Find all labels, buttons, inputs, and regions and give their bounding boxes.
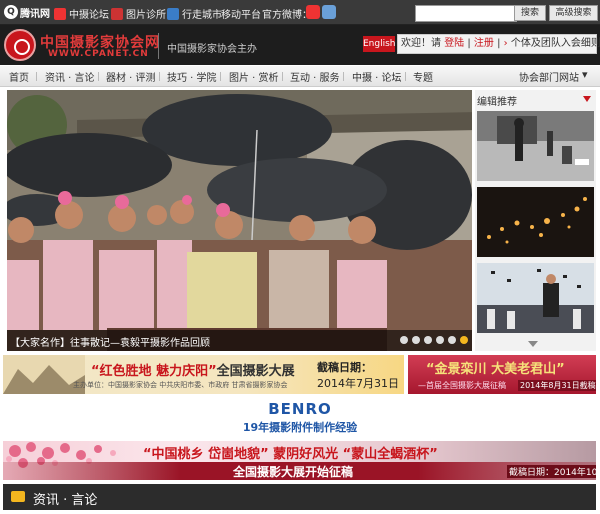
- banner1-organizers: 主办单位：中国摄影家协会 中共庆阳市委、市政府 甘肃省摄影家协会: [73, 381, 288, 389]
- slider-dot-3[interactable]: [424, 336, 432, 344]
- night-lights-photo: [477, 187, 594, 257]
- weibo-label-text: 官方微博：: [262, 10, 312, 21]
- scroll-down-icon[interactable]: [528, 341, 538, 347]
- departments-dropdown-icon[interactable]: ▾: [582, 68, 588, 81]
- speech-bubble-icon: [11, 491, 25, 502]
- nav-sep: [220, 72, 221, 81]
- nav-special[interactable]: 专题: [413, 69, 433, 84]
- benro-brand[interactable]: BENRO: [0, 400, 600, 418]
- section-header-news: 资讯 · 言论: [3, 484, 596, 510]
- nav-home[interactable]: 首页: [9, 69, 29, 84]
- nav-sep: [98, 72, 99, 81]
- banner-qingyang[interactable]: “红色胜地 魅力庆阳”全国摄影大展 主办单位：中国摄影家协会 中共庆阳市委、市政…: [3, 355, 404, 394]
- clinic-icon: [111, 7, 123, 20]
- qq-logo[interactable]: Q 腾讯网: [4, 5, 50, 20]
- banner3-deadline: 截稿日期：2014年10月15日: [507, 465, 596, 478]
- main-nav: 首页 资讯 · 言论 器材 · 评测 技巧 · 学院 图片 · 赏析 互动 · …: [0, 66, 600, 87]
- site-header: 中国摄影家协会网 WWW.CPANET.CN 中国摄影家协会主办 English…: [0, 25, 600, 65]
- banner1-title: “红色胜地 魅力庆阳”全国摄影大展: [91, 360, 295, 379]
- thumb-night-lights[interactable]: [477, 187, 594, 257]
- nav-interactive[interactable]: 互动 · 服务: [290, 69, 340, 84]
- welcome-bar: 欢迎！请 登陆 | 注册 | › 个体及团队入会细则: [397, 34, 600, 54]
- banner1-title-red: “红色胜地 魅力庆阳”: [91, 364, 217, 379]
- forum-icon: [54, 7, 66, 20]
- banner3-subtitle: 全国摄影大展开始征稿: [233, 465, 354, 479]
- nav-forum[interactable]: 中摄 · 论坛: [352, 69, 402, 84]
- clinic-link[interactable]: 图片诊所: [111, 6, 166, 21]
- member-entry-link[interactable]: 个体及团队入会细则: [511, 38, 600, 49]
- slider-dot-5[interactable]: [448, 336, 456, 344]
- collapse-arrow-icon[interactable]: [583, 96, 591, 102]
- nav-skills[interactable]: 技巧 · 学院: [167, 69, 217, 84]
- member-arrow-icon: ›: [503, 38, 508, 49]
- editor-picks-title: 编辑推荐: [477, 97, 517, 108]
- slider-caption-bar: 【大家名作】往事散记—袁毅平摄影作品回顾: [7, 330, 472, 351]
- banner1-title-black: 全国摄影大展: [216, 364, 295, 379]
- banner2-deadline: 2014年8月31日截稿: [518, 380, 596, 391]
- thumb-graduation[interactable]: [477, 263, 594, 333]
- banner-mengyin[interactable]: “中国桃乡 岱崮地貌” 蒙阴好风光 “蒙山全蝎酒杯” 全国摄影大展开始征稿 截稿…: [3, 441, 596, 480]
- forum-link[interactable]: 中摄论坛: [54, 6, 109, 21]
- banner1-deadline: 2014年7月31日: [317, 377, 399, 390]
- slider-dot-4[interactable]: [436, 336, 444, 344]
- forum-link-label: 中摄论坛: [69, 10, 109, 21]
- city-link-label: 行走城市: [182, 10, 222, 21]
- site-slogan: 中国摄影家协会主办: [167, 44, 257, 55]
- nav-sep: [36, 72, 37, 81]
- login-link[interactable]: 登陆: [444, 38, 464, 49]
- logo-mark-icon: Q: [4, 5, 18, 19]
- nav-sep: [159, 72, 160, 81]
- slider-dot-1[interactable]: [400, 336, 408, 344]
- weibo-label: 官方微博：: [262, 6, 312, 21]
- banner-laojunshan[interactable]: “金景栾川 大美老君山” —首届全国摄影大展征稿 2014年8月31日截稿: [408, 355, 596, 394]
- graduation-photo: [477, 263, 594, 333]
- city-icon: [167, 7, 179, 20]
- header-divider: [158, 33, 159, 59]
- search-input[interactable]: [415, 5, 517, 22]
- nav-sep: [282, 72, 283, 81]
- nav-departments[interactable]: 协会部门网站: [519, 69, 579, 84]
- mobile-link[interactable]: 移动平台: [221, 6, 261, 21]
- benro-tagline[interactable]: 19年摄影附件制作经验: [0, 419, 600, 435]
- nav-sep: [405, 72, 406, 81]
- section-title[interactable]: 资讯 · 言论: [33, 489, 97, 508]
- editor-picks: 编辑推荐: [475, 90, 596, 351]
- slider-dot-6-active[interactable]: [460, 336, 468, 344]
- slider-caption[interactable]: 【大家名作】往事散记—袁毅平摄影作品回顾: [10, 334, 210, 349]
- tencent-weibo-icon[interactable]: [322, 5, 336, 19]
- slider-dots: [400, 336, 468, 344]
- bw-street-photo: [477, 111, 594, 181]
- nav-news[interactable]: 资讯 · 言论: [45, 69, 95, 84]
- nav-gallery[interactable]: 图片 · 赏析: [229, 69, 279, 84]
- advanced-search-button[interactable]: 高级搜索: [549, 5, 598, 21]
- nav-gear[interactable]: 器材 · 评测: [106, 69, 156, 84]
- search-button[interactable]: 搜索: [514, 5, 546, 21]
- banner3-title: “中国桃乡 岱崮地貌” 蒙阴好风光 “蒙山全蝎酒杯”: [143, 447, 438, 462]
- english-button[interactable]: English: [363, 36, 396, 52]
- logo-text: 腾讯网: [20, 8, 50, 20]
- thumb-bw-street[interactable]: [477, 111, 594, 181]
- clinic-link-label: 图片诊所: [126, 10, 166, 21]
- register-link[interactable]: 注册: [474, 38, 494, 49]
- banner2-title: “金景栾川 大美老君山”: [426, 362, 565, 377]
- sina-weibo-icon[interactable]: [306, 5, 320, 19]
- slider-dot-2[interactable]: [412, 336, 420, 344]
- banner2-subtitle: —首届全国摄影大展征稿: [418, 381, 506, 390]
- nav-sep: [343, 72, 344, 81]
- cpa-logo-icon[interactable]: [4, 29, 36, 61]
- featured-photo: [7, 90, 472, 351]
- mobile-link-label: 移动平台: [221, 10, 261, 21]
- site-url: WWW.CPANET.CN: [48, 49, 149, 59]
- city-link[interactable]: 行走城市: [167, 6, 222, 21]
- welcome-text: 欢迎！请: [401, 38, 441, 49]
- banner1-deadline-label: 截稿日期：: [317, 361, 372, 374]
- featured-slider[interactable]: 【大家名作】往事散记—袁毅平摄影作品回顾: [7, 90, 472, 351]
- top-utility-bar: Q 腾讯网 中摄论坛 图片诊所 行走城市 移动平台 官方微博： 搜索 高级搜索: [0, 0, 600, 25]
